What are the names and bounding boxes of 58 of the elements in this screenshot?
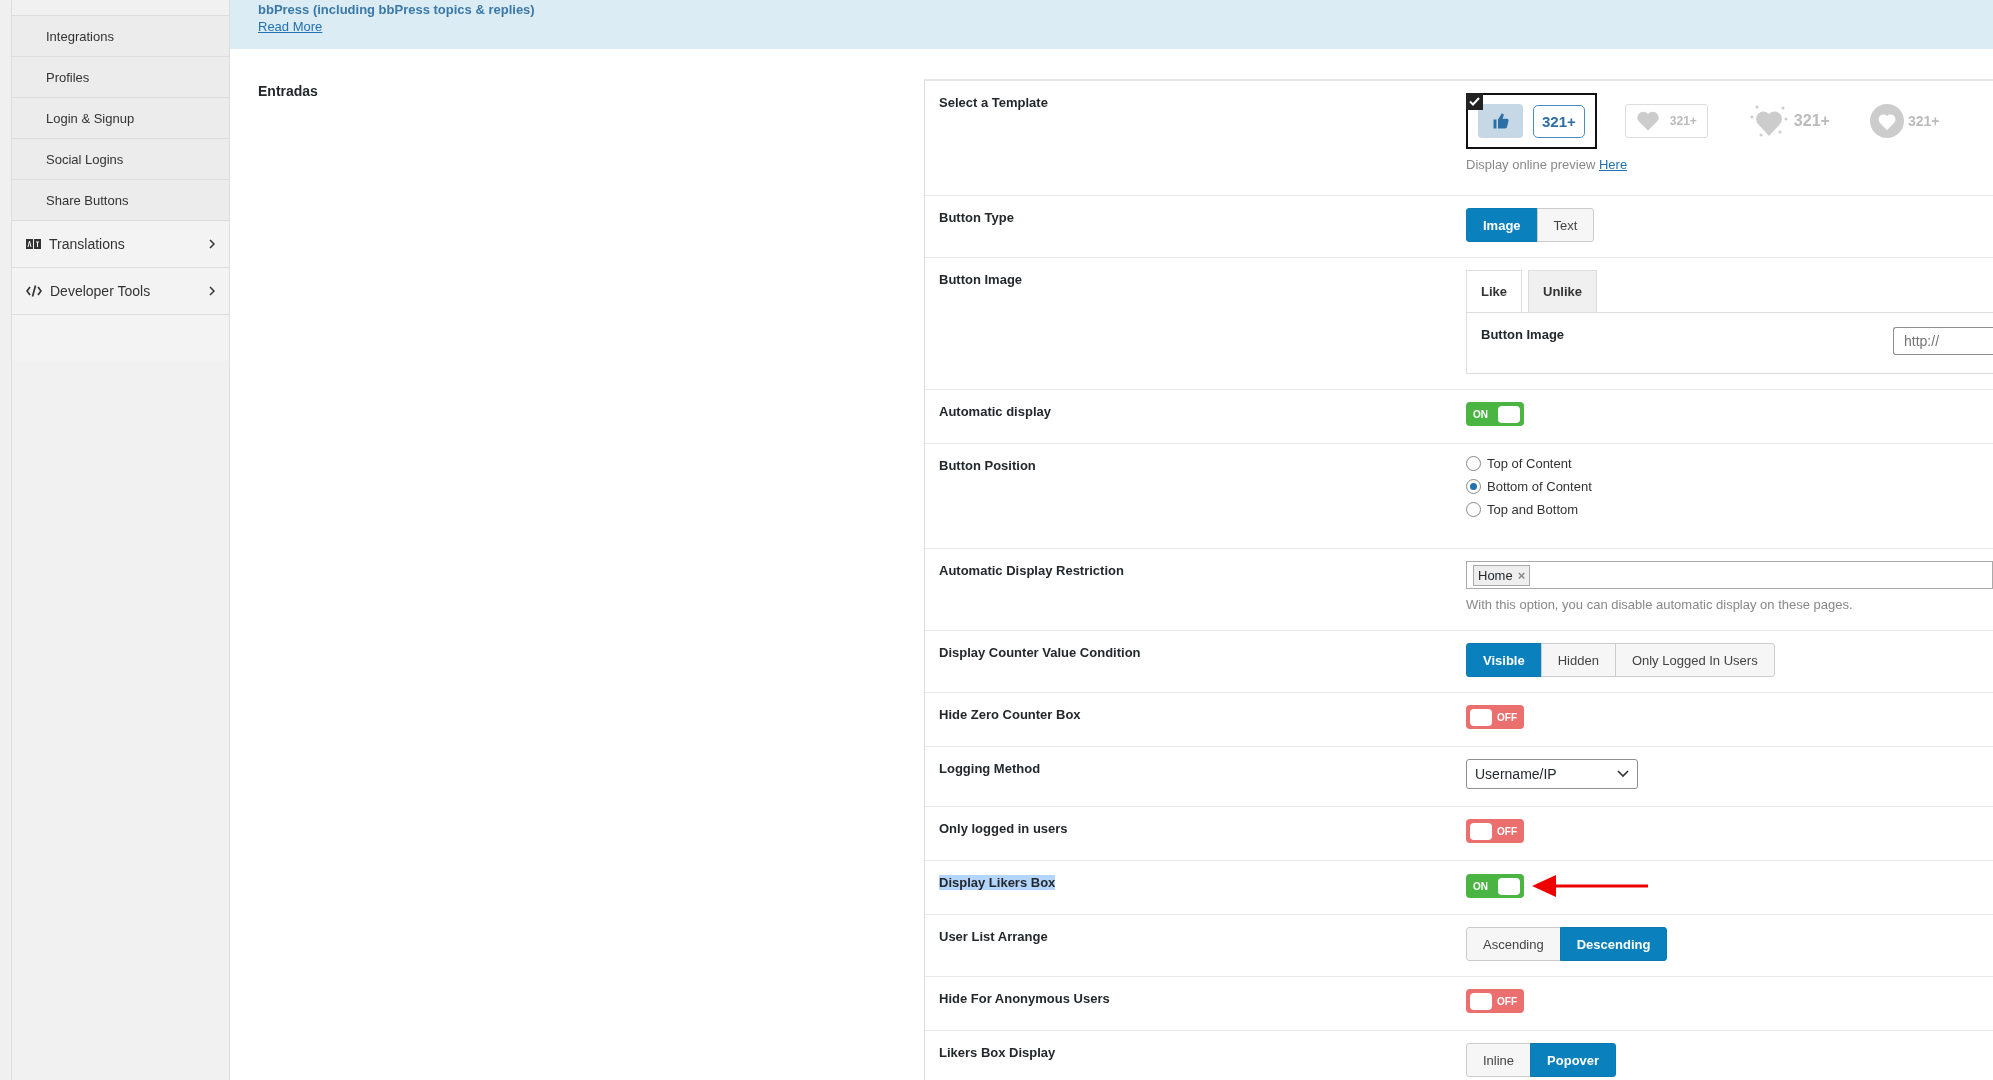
setting-label: Automatic Display Restriction <box>939 563 1124 578</box>
translate-icon <box>26 239 41 249</box>
radio-option[interactable]: Top and Bottom <box>1466 502 1993 517</box>
check-icon <box>1469 97 1480 106</box>
setting-label: Select a Template <box>939 95 1048 110</box>
option-button[interactable]: Text <box>1536 208 1595 242</box>
sidebar-item[interactable]: Share Buttons <box>12 179 229 220</box>
sidebar-item[interactable]: Social Logins <box>12 138 229 179</box>
setting-label: Logging Method <box>939 761 1041 776</box>
setting-label: Button Type <box>939 210 1014 225</box>
option-button[interactable]: Hidden <box>1540 643 1616 677</box>
option-button[interactable]: Ascending <box>1466 927 1561 961</box>
chevron-right-icon <box>209 239 215 249</box>
sidebar-item[interactable]: Integrations <box>12 15 229 56</box>
heart-icon <box>1635 110 1660 132</box>
template-option[interactable]: 321+ <box>1466 93 1597 149</box>
setting-label: Only logged in users <box>939 821 1068 836</box>
radio-option[interactable]: Bottom of Content <box>1466 479 1993 494</box>
tab[interactable]: Like <box>1466 270 1522 313</box>
sidebar-item[interactable]: Login & Signup <box>12 97 229 138</box>
tag-input[interactable]: Home × <box>1466 561 1993 589</box>
code-icon <box>26 285 42 297</box>
setting-label: Display Counter Value Condition <box>939 645 1141 660</box>
field-label: Button Image <box>1481 327 1565 344</box>
setting-label: User List Arrange <box>939 929 1048 944</box>
chevron-right-icon <box>209 286 215 296</box>
like-count: 321+ <box>1907 113 1940 129</box>
sidebar-item[interactable]: Profiles <box>12 56 229 97</box>
tab[interactable]: Unlike <box>1528 270 1598 313</box>
setting-label: Hide For Anonymous Users <box>939 991 1110 1006</box>
heart-circle-icon <box>1869 104 1904 138</box>
radio-option[interactable]: Top of Content <box>1466 456 1993 471</box>
setting-label: Likers Box Display <box>939 1045 1056 1060</box>
option-button[interactable]: Only Logged In Users <box>1614 643 1775 677</box>
preview-link[interactable]: Here <box>1598 157 1628 172</box>
preview-hint: Display online preview Here <box>1466 157 1629 172</box>
like-count: 321+ <box>1793 112 1830 130</box>
setting-label: Hide Zero Counter Box <box>939 707 1081 722</box>
banner-text: bbPress (including bbPress topics & replies) <box>258 2 536 17</box>
chevron-down-icon <box>1617 770 1629 778</box>
field-hint: With this option, you can disable automatic display on these pages. <box>1466 597 1854 612</box>
option-button[interactable]: Descending <box>1559 927 1668 961</box>
option-button[interactable]: Visible <box>1466 643 1542 677</box>
like-counter: 321+ <box>1624 104 1708 138</box>
option-button[interactable]: Inline <box>1466 1043 1532 1077</box>
setting-label: Button Position <box>939 458 1036 473</box>
section-title: Entradas <box>258 83 318 99</box>
option-button[interactable]: Popover <box>1530 1043 1617 1077</box>
logging-select[interactable]: Username/IP <box>1466 759 1638 789</box>
setting-label: Button Image <box>939 272 1023 287</box>
thumbs-up-icon <box>1491 112 1510 130</box>
tag: Home × <box>1473 564 1531 586</box>
read-more-link[interactable]: Read More <box>258 19 323 34</box>
option-button[interactable]: Image <box>1466 208 1538 242</box>
setting-label: Automatic display <box>939 404 1051 419</box>
like-count: 321+ <box>1533 104 1585 138</box>
setting-label: Display Likers Box <box>939 875 1056 890</box>
url-field[interactable]: http:// <box>1893 327 1993 355</box>
